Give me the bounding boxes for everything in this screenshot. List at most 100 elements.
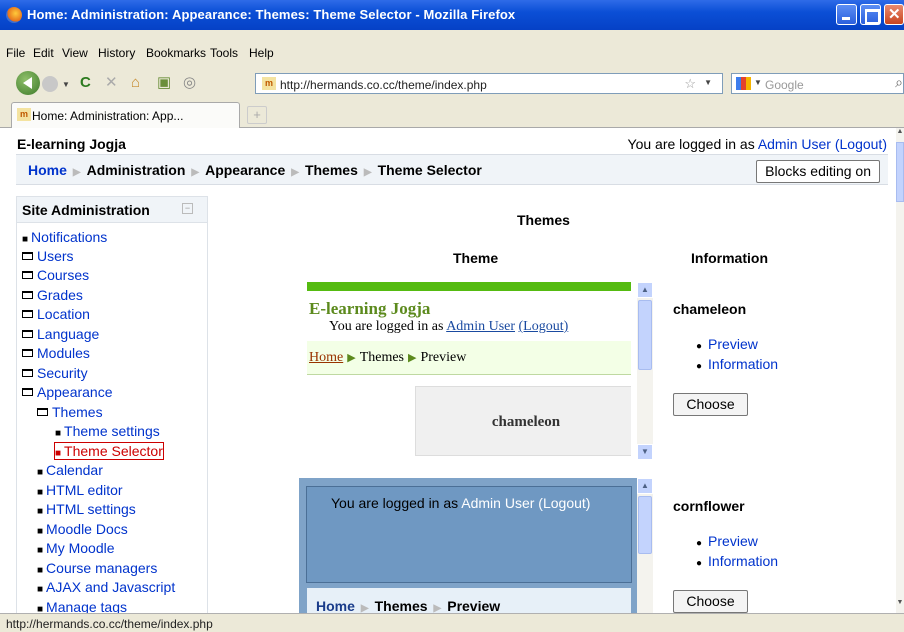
information-link-label[interactable]: Information bbox=[708, 356, 778, 372]
preview-scrollbar[interactable]: ▲ bbox=[637, 478, 653, 613]
preview-crumb-home[interactable]: Home bbox=[309, 350, 343, 365]
menu-file[interactable]: File bbox=[6, 46, 25, 60]
globe-icon[interactable]: ◎ bbox=[183, 75, 196, 91]
sidebar-item-label[interactable]: Language bbox=[37, 326, 99, 342]
menu-edit[interactable]: Edit bbox=[33, 46, 54, 60]
sidebar-item-label[interactable]: Security bbox=[37, 365, 88, 381]
search-engine-dropdown-icon[interactable]: ▼ bbox=[754, 78, 762, 87]
theme-preview-frame-cornflower[interactable]: You are logged in as Admin User (Logout)… bbox=[299, 478, 657, 613]
menu-tools[interactable]: Tools bbox=[210, 46, 238, 60]
sidebar-item-notifications[interactable]: ■ Notifications bbox=[22, 229, 107, 245]
scroll-up-icon[interactable]: ▲ bbox=[637, 282, 653, 298]
preview-user-link[interactable]: Admin User bbox=[461, 495, 534, 511]
preview-link-label[interactable]: Preview bbox=[708, 336, 758, 352]
choose-button-cornflower[interactable]: Choose bbox=[673, 590, 748, 613]
preview-scrollbar[interactable]: ▲ ▼ bbox=[637, 282, 653, 460]
sidebar-item-course-managers[interactable]: ■ Course managers bbox=[37, 560, 157, 576]
reload-icon[interactable]: C bbox=[80, 75, 91, 91]
sidebar-item-themes[interactable]: Themes bbox=[37, 404, 103, 420]
add-bookmark-icon[interactable]: ▣ bbox=[157, 75, 171, 91]
crumb-home[interactable]: Home bbox=[28, 162, 67, 178]
home-icon[interactable]: ⌂ bbox=[131, 75, 140, 91]
sidebar-item-label[interactable]: HTML settings bbox=[46, 501, 136, 517]
sidebar-item-html-settings[interactable]: ■ HTML settings bbox=[37, 501, 136, 517]
sidebar-item-theme-settings[interactable]: ■ Theme settings bbox=[55, 423, 160, 439]
sidebar-item-grades[interactable]: Grades bbox=[22, 287, 83, 303]
crumb-themes[interactable]: Themes bbox=[305, 162, 358, 178]
search-icon[interactable]: ⌕ bbox=[895, 74, 903, 91]
sidebar-item-appearance[interactable]: Appearance bbox=[22, 384, 113, 400]
preview-crumb-home[interactable]: Home bbox=[316, 598, 355, 613]
sidebar-item-label[interactable]: Manage tags bbox=[46, 599, 127, 613]
scroll-down-icon[interactable]: ▼ bbox=[896, 599, 904, 613]
sidebar-item-location[interactable]: Location bbox=[22, 306, 90, 322]
scroll-up-icon[interactable]: ▲ bbox=[896, 128, 904, 142]
sidebar-item-modules[interactable]: Modules bbox=[22, 345, 90, 361]
user-link[interactable]: Admin User bbox=[758, 136, 831, 152]
sidebar-item-label[interactable]: Location bbox=[37, 306, 90, 322]
window-titlebar[interactable]: Home: Administration: Appearance: Themes… bbox=[0, 0, 904, 30]
sidebar-item-language[interactable]: Language bbox=[22, 326, 99, 342]
collapse-icon[interactable]: − bbox=[182, 203, 193, 214]
scroll-down-icon[interactable]: ▼ bbox=[637, 444, 653, 460]
sidebar-item-manage-tags[interactable]: ■ Manage tags bbox=[37, 599, 127, 613]
sidebar-item-html-editor[interactable]: ■ HTML editor bbox=[37, 482, 123, 498]
sidebar-item-courses[interactable]: Courses bbox=[22, 267, 89, 283]
sidebar-item-label[interactable]: Notifications bbox=[31, 229, 107, 245]
sidebar-item-label[interactable]: AJAX and Javascript bbox=[46, 579, 175, 595]
tab-active[interactable]: m Home: Administration: App... bbox=[11, 102, 240, 128]
search-bar[interactable]: ▼ Google ⌕ bbox=[731, 73, 904, 94]
scroll-thumb[interactable] bbox=[638, 300, 652, 370]
crumb-administration[interactable]: Administration bbox=[87, 162, 186, 178]
close-button[interactable] bbox=[884, 4, 904, 25]
maximize-button[interactable] bbox=[860, 4, 881, 25]
sidebar-item-label[interactable]: Theme settings bbox=[64, 423, 160, 439]
address-bar[interactable]: m http://hermands.co.cc/theme/index.php … bbox=[255, 73, 723, 94]
menu-view[interactable]: View bbox=[62, 46, 88, 60]
minimize-button[interactable] bbox=[836, 4, 857, 25]
preview-user-link[interactable]: Admin User bbox=[446, 319, 515, 334]
choose-button-chameleon[interactable]: Choose bbox=[673, 393, 748, 416]
menu-bookmarks[interactable]: Bookmarks bbox=[146, 46, 206, 60]
sidebar-item-label[interactable]: Courses bbox=[37, 267, 89, 283]
sidebar-item-my-moodle[interactable]: ■ My Moodle bbox=[37, 540, 115, 556]
forward-button[interactable] bbox=[42, 76, 58, 92]
sidebar-item-label[interactable]: My Moodle bbox=[46, 540, 114, 556]
scroll-thumb[interactable] bbox=[896, 142, 904, 202]
crumb-appearance[interactable]: Appearance bbox=[205, 162, 285, 178]
information-link-cornflower[interactable]: ● Information bbox=[696, 553, 778, 569]
scroll-up-icon[interactable]: ▲ bbox=[637, 478, 653, 494]
sidebar-item-label[interactable]: Calendar bbox=[46, 462, 103, 478]
url-dropdown-icon[interactable]: ▼ bbox=[704, 78, 712, 87]
preview-link-chameleon[interactable]: ● Preview bbox=[696, 336, 758, 352]
menu-history[interactable]: History bbox=[98, 46, 135, 60]
bookmark-star-icon[interactable]: ☆ bbox=[684, 76, 696, 92]
sidebar-item-calendar[interactable]: ■ Calendar bbox=[37, 462, 103, 478]
page-scrollbar[interactable]: ▲ ▼ bbox=[896, 128, 904, 613]
sidebar-item-label[interactable]: Themes bbox=[52, 404, 103, 420]
menu-help[interactable]: Help bbox=[249, 46, 274, 60]
preview-logout-link[interactable]: (Logout) bbox=[519, 319, 569, 334]
sidebar-item-moodle-docs[interactable]: ■ Moodle Docs bbox=[37, 521, 128, 537]
theme-preview-frame-chameleon[interactable]: E-learning Jogja You are logged in as Ad… bbox=[307, 282, 657, 460]
sidebar-item-label[interactable]: Appearance bbox=[37, 384, 113, 400]
google-icon[interactable] bbox=[736, 77, 751, 90]
new-tab-button[interactable]: + bbox=[247, 106, 267, 124]
search-placeholder[interactable]: Google bbox=[765, 78, 804, 92]
blocks-editing-button[interactable]: Blocks editing on bbox=[756, 160, 880, 183]
stop-icon[interactable]: ✕ bbox=[105, 75, 118, 91]
information-link-chameleon[interactable]: ● Information bbox=[696, 356, 778, 372]
sidebar-item-label[interactable]: Course managers bbox=[46, 560, 157, 576]
logout-link[interactable]: (Logout) bbox=[835, 136, 887, 152]
sidebar-item-label[interactable]: HTML editor bbox=[46, 482, 123, 498]
sidebar-item-label[interactable]: Theme Selector bbox=[64, 443, 163, 459]
sidebar-item-label[interactable]: Users bbox=[37, 248, 74, 264]
scroll-thumb[interactable] bbox=[638, 496, 652, 554]
sidebar-item-label[interactable]: Moodle Docs bbox=[46, 521, 128, 537]
sidebar-item-label[interactable]: Grades bbox=[37, 287, 83, 303]
preview-logout-link[interactable]: (Logout) bbox=[538, 495, 590, 511]
sidebar-item-security[interactable]: Security bbox=[22, 365, 88, 381]
sidebar-item-ajax-javascript[interactable]: ■ AJAX and Javascript bbox=[37, 579, 175, 595]
sidebar-item-theme-selector[interactable]: ■ Theme Selector bbox=[54, 442, 164, 460]
information-link-label[interactable]: Information bbox=[708, 553, 778, 569]
